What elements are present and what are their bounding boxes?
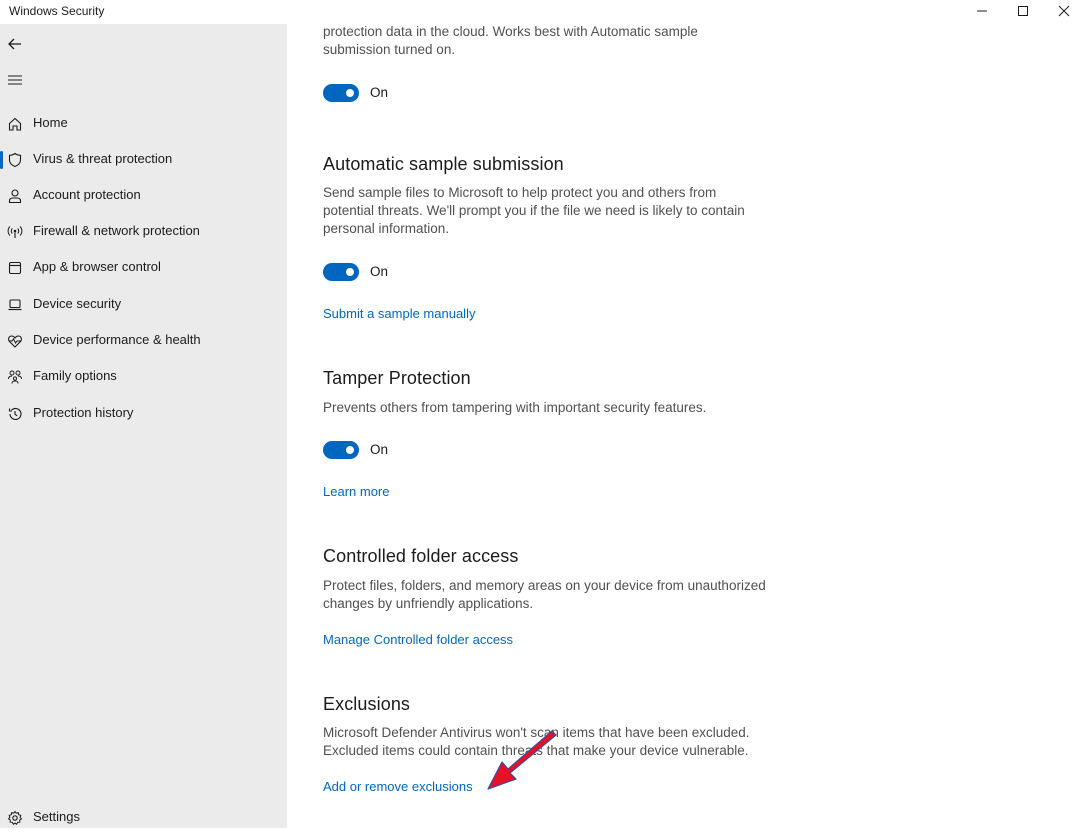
person-icon	[8, 189, 22, 204]
home-icon	[8, 117, 22, 131]
sidebar-item-home[interactable]: Home	[0, 110, 287, 140]
sidebar-item-protection-history[interactable]: Protection history	[0, 400, 287, 430]
sidebar-item-account-protection[interactable]: Account protection	[0, 182, 287, 212]
sidebar-item-settings[interactable]: Settings	[0, 804, 287, 834]
back-button[interactable]	[4, 33, 26, 55]
main-content: protection data in the cloud. Works best…	[287, 24, 1085, 828]
red-arrow-annotation	[487, 730, 557, 790]
tamper-protection-toggle[interactable]	[323, 441, 359, 459]
add-remove-exclusions-link[interactable]: Add or remove exclusions	[323, 779, 473, 794]
sample-submission-title: Automatic sample submission	[323, 154, 564, 174]
tamper-protection-description: Prevents others from tampering with impo…	[323, 400, 707, 415]
minimize-icon	[977, 10, 987, 12]
sidebar-item-device-security[interactable]: Device security	[0, 291, 287, 321]
minimize-button[interactable]	[962, 0, 1002, 22]
sidebar-item-label: Home	[33, 115, 68, 130]
learn-more-link[interactable]: Learn more	[323, 484, 389, 499]
sidebar-item-family-options[interactable]: Family options	[0, 363, 287, 393]
laptop-icon	[8, 299, 22, 311]
cloud-protection-description: protection data in the cloud. Works best…	[323, 24, 698, 57]
browser-window-icon	[8, 261, 22, 275]
antenna-icon	[7, 226, 23, 238]
sidebar-item-label: Device security	[33, 296, 122, 311]
family-icon	[8, 370, 22, 384]
sidebar-item-firewall-network-protection[interactable]: Firewall & network protection	[0, 218, 287, 248]
toggle-knob	[346, 268, 354, 276]
heart-pulse-icon	[8, 335, 22, 348]
history-icon	[8, 407, 22, 420]
sample-submission-toggle[interactable]	[323, 263, 359, 281]
sidebar-item-app-browser-control[interactable]: App & browser control	[0, 254, 287, 284]
sidebar-item-label: Device performance & health	[33, 332, 201, 347]
sample-submission-toggle-state: On	[370, 264, 389, 279]
controlled-folder-access-description: Protect files, folders, and memory areas…	[323, 578, 766, 611]
exclusions-title: Exclusions	[323, 694, 411, 714]
sidebar-item-label: Settings	[33, 809, 80, 824]
controlled-folder-access-title: Controlled folder access	[323, 546, 519, 566]
sidebar-item-virus-threat-protection[interactable]: Virus & threat protection	[0, 146, 287, 176]
title-bar: Windows Security	[0, 0, 1085, 24]
sidebar-item-label: Firewall & network protection	[33, 223, 200, 238]
sidebar-item-label: Account protection	[33, 187, 141, 202]
tamper-protection-title: Tamper Protection	[323, 368, 471, 388]
sidebar-item-label: Protection history	[33, 405, 134, 420]
menu-button[interactable]	[4, 69, 26, 91]
window-title: Windows Security	[9, 4, 105, 18]
sidebar-item-device-performance-health[interactable]: Device performance & health	[0, 327, 287, 357]
manage-controlled-folder-access-link[interactable]: Manage Controlled folder access	[323, 632, 513, 647]
maximize-icon	[1018, 6, 1028, 16]
hamburger-icon	[8, 75, 22, 85]
maximize-button[interactable]	[1003, 0, 1043, 22]
toggle-knob	[346, 89, 354, 97]
sample-submission-description: Send sample files to Microsoft to help p…	[323, 185, 745, 236]
sidebar-item-label: App & browser control	[33, 259, 161, 274]
close-button[interactable]	[1044, 0, 1084, 22]
cloud-protection-toggle[interactable]	[323, 84, 359, 102]
gear-icon	[7, 810, 23, 825]
toggle-knob	[346, 446, 354, 454]
tamper-protection-toggle-state: On	[370, 442, 389, 457]
sidebar: Home Virus & threat protection Account p…	[0, 24, 287, 828]
shield-icon	[8, 152, 22, 168]
submit-sample-manually-link[interactable]: Submit a sample manually	[323, 306, 475, 321]
sidebar-item-label: Virus & threat protection	[33, 151, 173, 166]
back-arrow-icon	[8, 38, 21, 50]
active-indicator	[0, 151, 3, 169]
close-icon	[1058, 5, 1070, 17]
cloud-protection-toggle-state: On	[370, 85, 389, 100]
sidebar-item-label: Family options	[33, 368, 117, 383]
